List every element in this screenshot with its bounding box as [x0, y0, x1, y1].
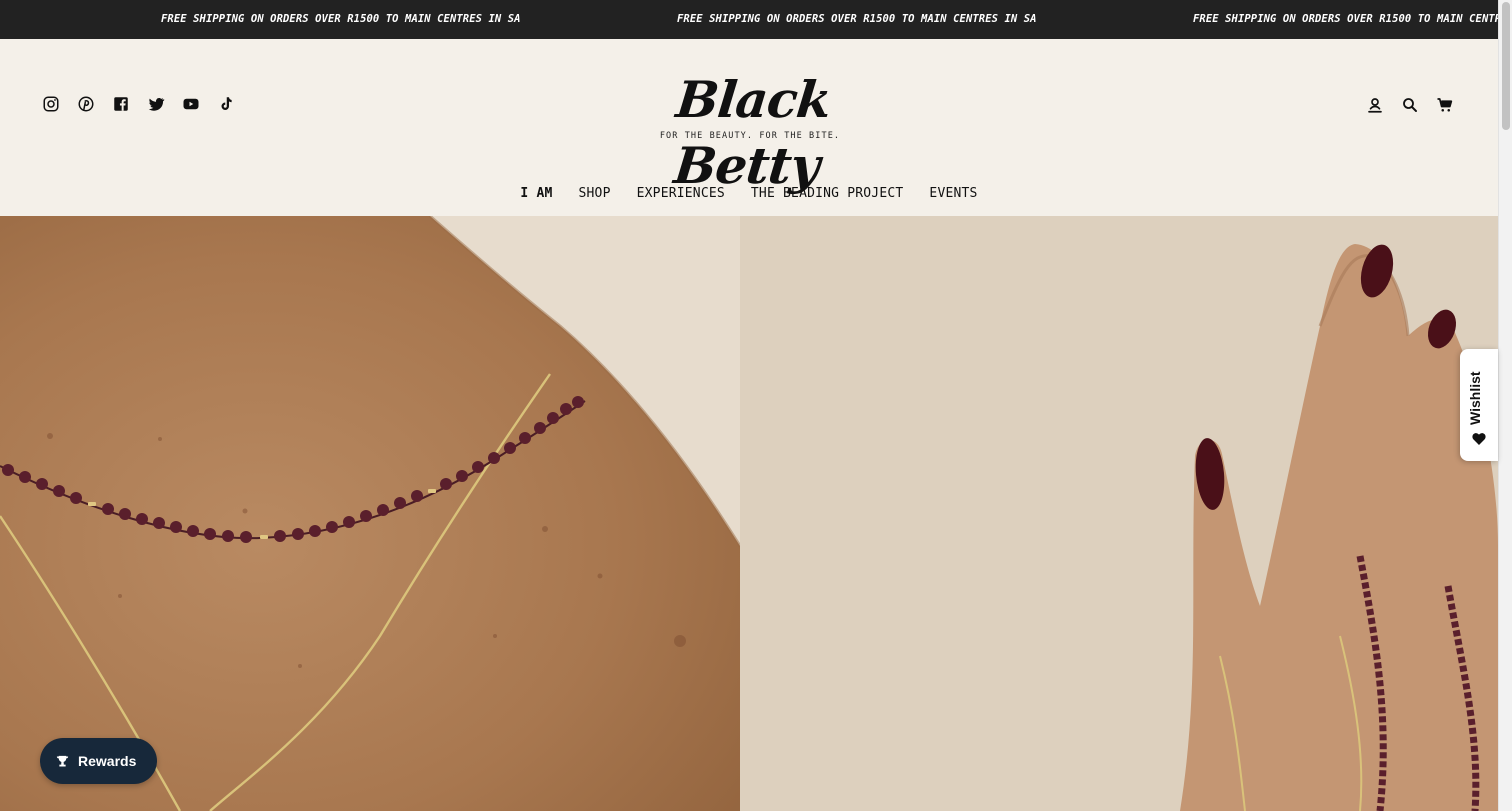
- site-header: Black Betty FOR THE BEAUTY. FOR THE BITE…: [0, 39, 1498, 216]
- trophy-icon: [56, 755, 69, 766]
- page-scrollbar[interactable]: [1498, 0, 1512, 811]
- announcement-text: FREE SHIPPING ON ORDERS OVER R1500 TO MA…: [161, 13, 521, 25]
- announcement-bar: FREE SHIPPING ON ORDERS OVER R1500 TO MA…: [0, 0, 1498, 39]
- instagram-icon[interactable]: [42, 95, 60, 113]
- header-utilities: [1366, 96, 1454, 114]
- hand-illustration: [740, 216, 1498, 811]
- tiktok-icon[interactable]: [217, 95, 235, 113]
- nav-item-experiences[interactable]: EXPERIENCES: [637, 186, 725, 201]
- nav-item-i-am[interactable]: I AM: [520, 186, 552, 201]
- site-logo[interactable]: Black Betty FOR THE BEAUTY. FOR THE BITE…: [612, 67, 888, 195]
- pinterest-icon[interactable]: [77, 95, 95, 113]
- rewards-label: Rewards: [78, 753, 137, 769]
- facebook-icon[interactable]: [112, 95, 130, 113]
- nav-item-shop[interactable]: SHOP: [579, 186, 611, 201]
- logo-tagline: FOR THE BEAUTY. FOR THE BITE.: [659, 131, 841, 141]
- nav-item-events[interactable]: EVENTS: [929, 186, 977, 201]
- main-nav: I AM SHOP EXPERIENCES THE BEADING PROJEC…: [0, 186, 1498, 201]
- scrollbar-thumb[interactable]: [1502, 2, 1510, 130]
- search-icon[interactable]: [1401, 96, 1419, 114]
- account-icon[interactable]: [1366, 96, 1384, 114]
- rewards-button[interactable]: Rewards: [40, 738, 157, 784]
- youtube-icon[interactable]: [182, 95, 200, 113]
- announcement-text: FREE SHIPPING ON ORDERS OVER R1500 TO MA…: [1193, 13, 1498, 25]
- hero-image-hand[interactable]: [740, 216, 1498, 811]
- heart-icon: [1472, 433, 1486, 445]
- twitter-icon[interactable]: [147, 95, 165, 113]
- cart-icon[interactable]: [1436, 96, 1454, 114]
- wishlist-tab[interactable]: Wishlist: [1460, 349, 1498, 461]
- social-links: [42, 95, 235, 113]
- wishlist-label: Wishlist: [1467, 371, 1483, 425]
- hero-image-necklace[interactable]: [0, 216, 740, 811]
- announcement-text: FREE SHIPPING ON ORDERS OVER R1500 TO MA…: [677, 13, 1037, 25]
- necklace-illustration: [0, 216, 740, 811]
- nav-item-beading-project[interactable]: THE BEADING PROJECT: [751, 186, 904, 201]
